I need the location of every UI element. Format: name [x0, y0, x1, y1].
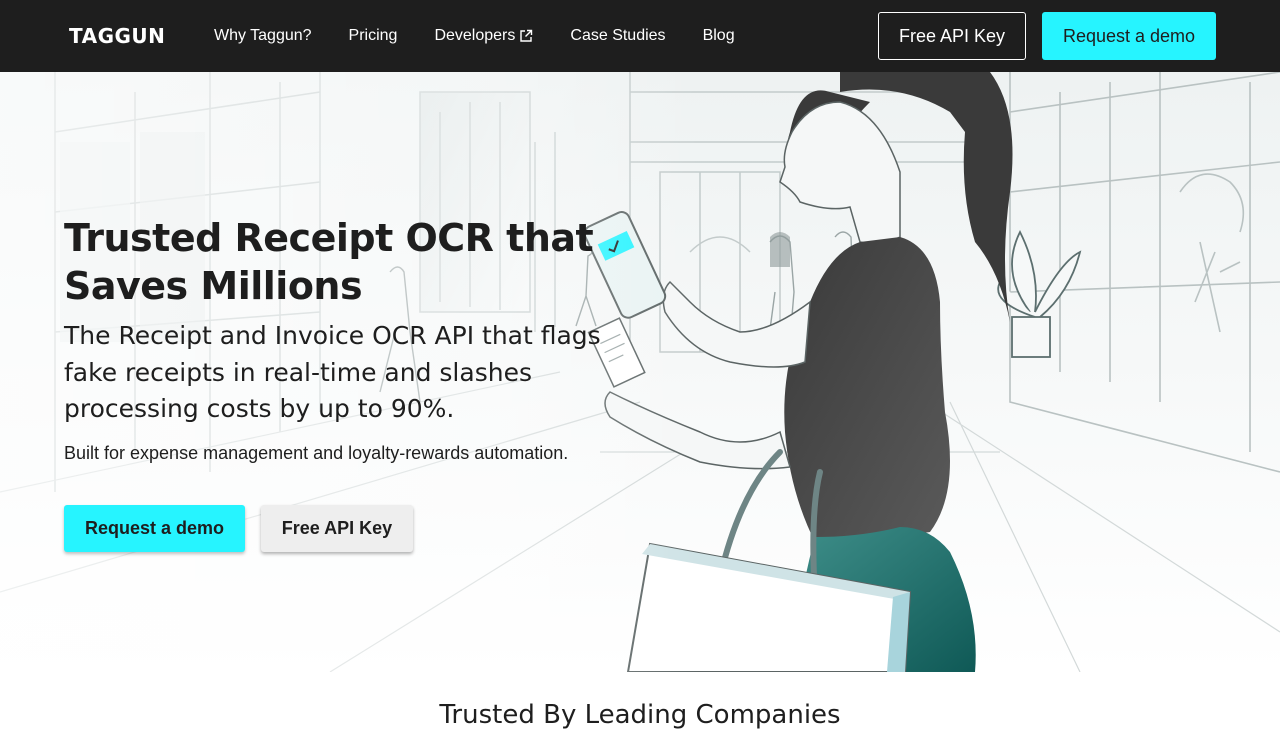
nav-link-developers[interactable]: Developers [434, 27, 533, 45]
nav-free-api-key-button[interactable]: Free API Key [878, 12, 1026, 60]
top-nav: TAGGUN Why Taggun? Pricing Developers Ca… [0, 0, 1280, 72]
trusted-by-heading: Trusted By Leading Companies [439, 700, 841, 730]
hero-title: Trusted Receipt OCR that Saves Millions [64, 216, 594, 308]
taggun-logo[interactable]: TAGGUN [69, 24, 165, 48]
hero-free-api-key-button[interactable]: Free API Key [261, 505, 413, 552]
external-link-icon [520, 29, 533, 42]
nav-link-why-taggun[interactable]: Why Taggun? [214, 27, 312, 45]
nav-link-case-studies[interactable]: Case Studies [570, 27, 665, 45]
hero-request-demo-button[interactable]: Request a demo [64, 505, 245, 552]
hero-subtitle: The Receipt and Invoice OCR API that fla… [64, 321, 601, 423]
nav-request-demo-button[interactable]: Request a demo [1042, 12, 1216, 60]
nav-link-blog[interactable]: Blog [703, 27, 735, 45]
nav-links: Why Taggun? Pricing Developers Case Stud… [214, 0, 772, 72]
nav-link-pricing[interactable]: Pricing [349, 27, 398, 45]
hero-note: Built for expense management and loyalty… [64, 443, 569, 463]
hero-section: Trusted Receipt OCR that Saves Millions … [0, 72, 1280, 672]
